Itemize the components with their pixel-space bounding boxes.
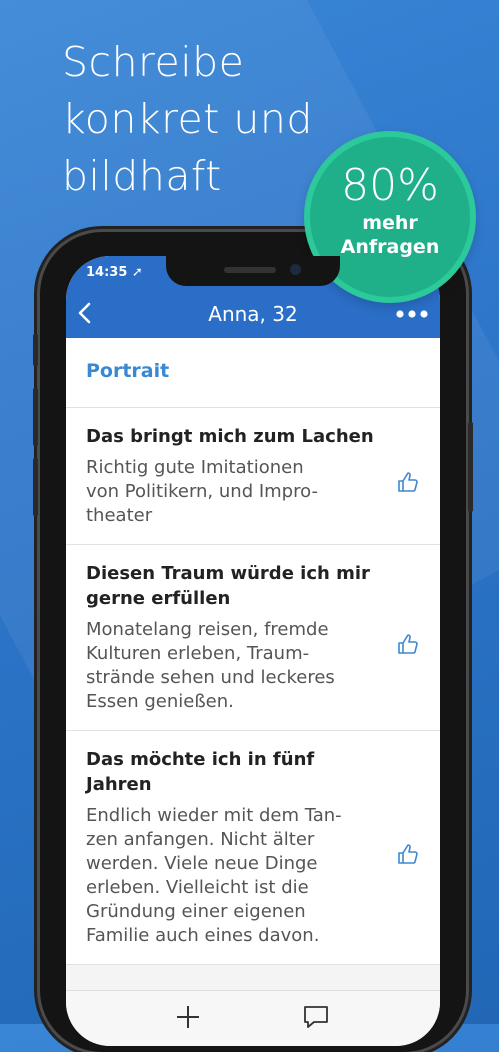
bottom-toolbar xyxy=(66,990,440,1046)
badge-percent: 80% xyxy=(341,160,439,211)
profile-title: Anna, 32 xyxy=(208,302,298,326)
card-answer: Monatelang reisen, fremde Kulturen erleb… xyxy=(86,619,335,712)
phone-notch xyxy=(166,256,340,286)
card-question: Das bringt mich zum Lachen xyxy=(86,426,374,447)
section-title: Portrait xyxy=(86,360,170,382)
thumbs-up-icon[interactable] xyxy=(396,842,420,866)
phone-volume-down xyxy=(33,458,38,516)
badge-label-line1: mehr xyxy=(362,212,418,234)
profile-card: Das möchte ich in fünf Jahren Endlich wi… xyxy=(66,731,440,965)
front-camera xyxy=(290,264,301,275)
phone-mute-switch xyxy=(33,334,38,366)
phone-screen: 14:35 ➚ Anna, 32 Portrait Das bringt mic… xyxy=(66,256,440,1046)
ellipsis-icon[interactable] xyxy=(394,306,430,322)
plus-icon[interactable] xyxy=(174,1003,202,1031)
profile-content: Portrait Das bringt mich zum Lachen Rich… xyxy=(66,338,440,990)
thumbs-up-icon[interactable] xyxy=(396,632,420,656)
chat-bubble-icon[interactable] xyxy=(302,1003,330,1031)
card-answer: Endlich wieder mit dem Tan- zen anfangen… xyxy=(86,805,342,946)
profile-card: Diesen Traum würde ich mir gerne erfülle… xyxy=(66,545,440,731)
thumbs-up-icon[interactable] xyxy=(396,470,420,494)
promo-headline: Schreibe konkret und bildhaft xyxy=(62,38,313,200)
phone-power-button xyxy=(468,422,473,512)
status-time: 14:35 ➚ xyxy=(86,265,143,280)
profile-card: Das bringt mich zum Lachen Richtig gute … xyxy=(66,408,440,545)
card-question: Diesen Traum würde ich mir gerne erfülle… xyxy=(86,563,370,609)
card-answer: Richtig gute Imitationen von Politikern,… xyxy=(86,457,318,526)
phone-volume-up xyxy=(33,388,38,446)
phone-frame: 14:35 ➚ Anna, 32 Portrait Das bringt mic… xyxy=(33,232,473,1052)
card-question: Das möchte ich in fünf Jahren xyxy=(86,749,315,795)
section-header: Portrait xyxy=(66,338,440,408)
speaker-grille xyxy=(224,267,276,273)
